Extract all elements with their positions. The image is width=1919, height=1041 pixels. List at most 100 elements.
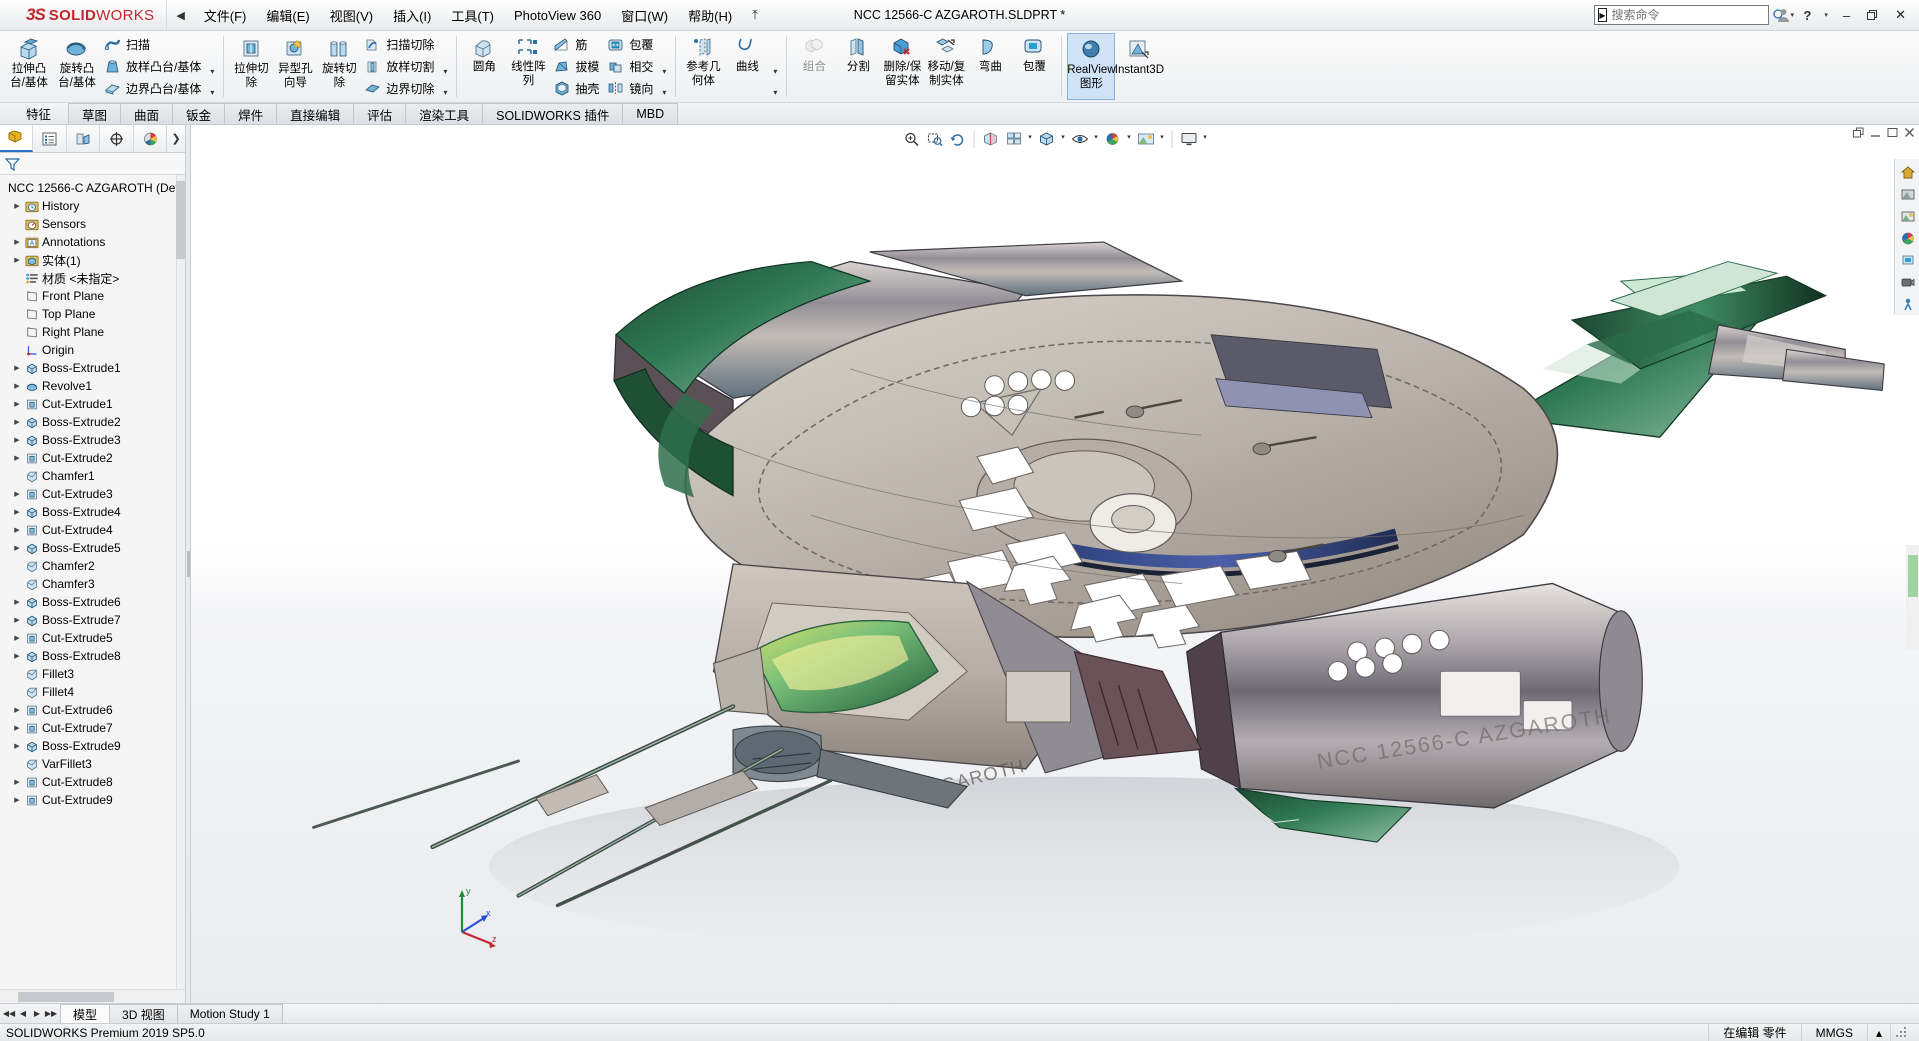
tree-item-cut-extrude8[interactable]: ▶Cut-Extrude8 <box>0 773 185 791</box>
dimxpert-tab[interactable] <box>100 125 133 152</box>
tree-item-fillet3[interactable]: Fillet3 <box>0 665 185 683</box>
tree-item-origin[interactable]: Origin <box>0 341 185 359</box>
wrap-button[interactable]: 包覆 <box>604 34 658 56</box>
tree-item-cut-extrude1[interactable]: ▶Cut-Extrude1 <box>0 395 185 413</box>
boundary-cut-button[interactable]: 边界切除 <box>361 77 439 99</box>
search-input[interactable] <box>1612 8 1767 22</box>
shell-button[interactable]: 抽壳 <box>550 77 604 99</box>
boundary-boss-base-button[interactable]: 边界凸台/基体 <box>101 77 206 99</box>
user-account-icon[interactable] <box>1772 8 1795 22</box>
tree-item-boss-extrude2[interactable]: ▶Boss-Extrude2 <box>0 413 185 431</box>
section-view-icon[interactable] <box>980 128 1002 150</box>
bottom-tab-motion-study[interactable]: Motion Study 1 <box>177 1004 283 1023</box>
tree-expand-toggle[interactable]: ▶ <box>12 778 22 786</box>
tree-horizontal-scrollbar[interactable] <box>0 989 185 1003</box>
tree-expand-toggle[interactable]: ▶ <box>12 796 22 804</box>
search-box[interactable]: ▶ ▾ <box>1594 5 1769 25</box>
tree-expand-toggle[interactable]: ▶ <box>12 616 22 624</box>
tree-item-sensors[interactable]: Sensors <box>0 215 185 233</box>
features-dropdown-2[interactable]: ▾ <box>658 88 670 97</box>
minimize-button[interactable]: – <box>1836 8 1857 23</box>
tree-item-boss-extrude5[interactable]: ▶Boss-Extrude5 <box>0 539 185 557</box>
status-units-label[interactable]: MMGS <box>1801 1024 1867 1041</box>
starship-model[interactable]: NCC 12566-C AZGAROTH <box>191 125 1919 1003</box>
rib-button[interactable]: 筋 <box>550 34 604 56</box>
document-maximize-button[interactable] <box>1887 127 1898 138</box>
menu-item-file[interactable]: 文件(F) <box>194 3 257 28</box>
cut-dropdown-2[interactable]: ▾ <box>439 88 451 97</box>
tree-scrollbar[interactable] <box>176 175 185 989</box>
display-manager-tab[interactable] <box>134 125 167 152</box>
tree-scrollbar-thumb[interactable] <box>176 181 185 259</box>
tree-item-cut-extrude6[interactable]: ▶Cut-Extrude6 <box>0 701 185 719</box>
tree-item-boss-extrude6[interactable]: ▶Boss-Extrude6 <box>0 593 185 611</box>
tree-item-boss-extrude4[interactable]: ▶Boss-Extrude4 <box>0 503 185 521</box>
menu-item-window[interactable]: 窗口(W) <box>611 3 678 28</box>
hole-wizard-button[interactable]: 异型孔 向导 <box>273 33 317 100</box>
tree-expand-toggle[interactable]: ▶ <box>12 256 22 264</box>
features-dropdown-1[interactable]: ▾ <box>658 67 670 76</box>
tree-expand-toggle[interactable]: ▶ <box>12 238 22 246</box>
graphics-viewport[interactable]: ▾ ▾ ▾ ▾ ▾ <box>191 125 1919 1003</box>
boss-base-dropdown-2[interactable]: ▾ <box>206 88 218 97</box>
tree-item-boss-extrude7[interactable]: ▶Boss-Extrude7 <box>0 611 185 629</box>
reference-dropdown-1[interactable]: ▾ <box>769 67 781 76</box>
tab-nav-prev-icon[interactable]: ◀ <box>16 1009 30 1018</box>
tree-expand-toggle[interactable]: ▶ <box>12 598 22 606</box>
feature-tree[interactable]: NCC 12566-C AZGAROTH (Defa ▶HistorySenso… <box>0 175 185 989</box>
restore-button[interactable] <box>1860 10 1885 21</box>
tree-expand-toggle[interactable]: ▶ <box>12 742 22 750</box>
tree-item-cut-extrude5[interactable]: ▶Cut-Extrude5 <box>0 629 185 647</box>
help-dropdown-icon[interactable]: ▾ <box>1819 11 1833 19</box>
tree-item-revolve1[interactable]: ▶Revolve1 <box>0 377 185 395</box>
tree-hscroll-thumb[interactable] <box>18 992 114 1002</box>
tab-mbd[interactable]: MBD <box>622 103 678 124</box>
scene-dropdown-icon[interactable]: ▾ <box>1158 133 1167 145</box>
zoom-to-area-icon[interactable] <box>924 128 946 150</box>
tab-evaluate[interactable]: 评估 <box>353 103 406 124</box>
fillet-button[interactable]: 圆角 <box>462 33 506 100</box>
move-copy-body-button[interactable]: 移动/复 制实体 <box>924 33 968 100</box>
extruded-cut-button[interactable]: 拉伸切 除 <box>229 33 273 100</box>
tree-item-1[interactable]: ▶实体(1) <box>0 251 185 269</box>
tree-expand-toggle[interactable]: ▶ <box>12 508 22 516</box>
tree-item-varfillet3[interactable]: VarFillet3 <box>0 755 185 773</box>
feature-filter-bar[interactable] <box>0 153 185 175</box>
menu-item-help[interactable]: 帮助(H) <box>678 3 742 28</box>
split-button[interactable]: 分割 <box>836 33 880 100</box>
tab-solidworks-addins[interactable]: SOLIDWORKS 插件 <box>482 103 623 124</box>
tree-expand-toggle[interactable]: ▶ <box>12 634 22 642</box>
tree-item-fillet4[interactable]: Fillet4 <box>0 683 185 701</box>
intersect-button[interactable]: 相交 <box>604 56 658 78</box>
tree-item-cut-extrude3[interactable]: ▶Cut-Extrude3 <box>0 485 185 503</box>
lofted-cut-button[interactable]: 放样切割 <box>361 56 439 78</box>
display-style-icon[interactable] <box>1036 128 1058 150</box>
realview-graphics-toggle[interactable]: RealView 图形 <box>1067 33 1115 100</box>
menu-item-insert[interactable]: 插入(I) <box>383 3 441 28</box>
tree-expand-toggle[interactable]: ▶ <box>12 652 22 660</box>
tree-item-chamfer2[interactable]: Chamfer2 <box>0 557 185 575</box>
tab-features[interactable]: 特征 <box>4 103 69 124</box>
feature-tree-tab[interactable] <box>0 125 33 152</box>
help-icon[interactable]: ? <box>1798 8 1816 23</box>
menu-collapse-icon[interactable]: ◀ <box>167 9 193 22</box>
tab-render-tools[interactable]: 渲染工具 <box>405 103 483 124</box>
appearance-dropdown-icon[interactable]: ▾ <box>1125 133 1134 145</box>
viewport-scroll-thumb[interactable] <box>1908 555 1918 597</box>
bottom-tab-model[interactable]: 模型 <box>60 1004 110 1023</box>
tree-item-cut-extrude2[interactable]: ▶Cut-Extrude2 <box>0 449 185 467</box>
view-orientation-icon[interactable] <box>1003 128 1025 150</box>
menu-item-tools[interactable]: 工具(T) <box>441 3 504 28</box>
feature-manager-expand-icon[interactable]: ❯ <box>167 125 185 152</box>
swept-cut-button[interactable]: 扫描切除 <box>361 34 439 56</box>
tree-item-front-plane[interactable]: Front Plane <box>0 287 185 305</box>
scene-icon[interactable] <box>1895 205 1919 227</box>
wrap-body-button[interactable]: 包覆 <box>1012 33 1056 100</box>
view-settings-dropdown-icon[interactable]: ▾ <box>1201 133 1210 145</box>
menu-item-photoview360[interactable]: PhotoView 360 <box>504 5 611 26</box>
document-restore-button[interactable] <box>1853 127 1864 138</box>
mirror-button[interactable]: 镜向 <box>604 77 658 99</box>
appearance-icon[interactable] <box>1895 183 1919 205</box>
tab-nav-last-icon[interactable]: ▶▶ <box>44 1009 58 1018</box>
extrude-boss-base-button[interactable]: 拉伸凸 台/基体 <box>5 33 53 100</box>
